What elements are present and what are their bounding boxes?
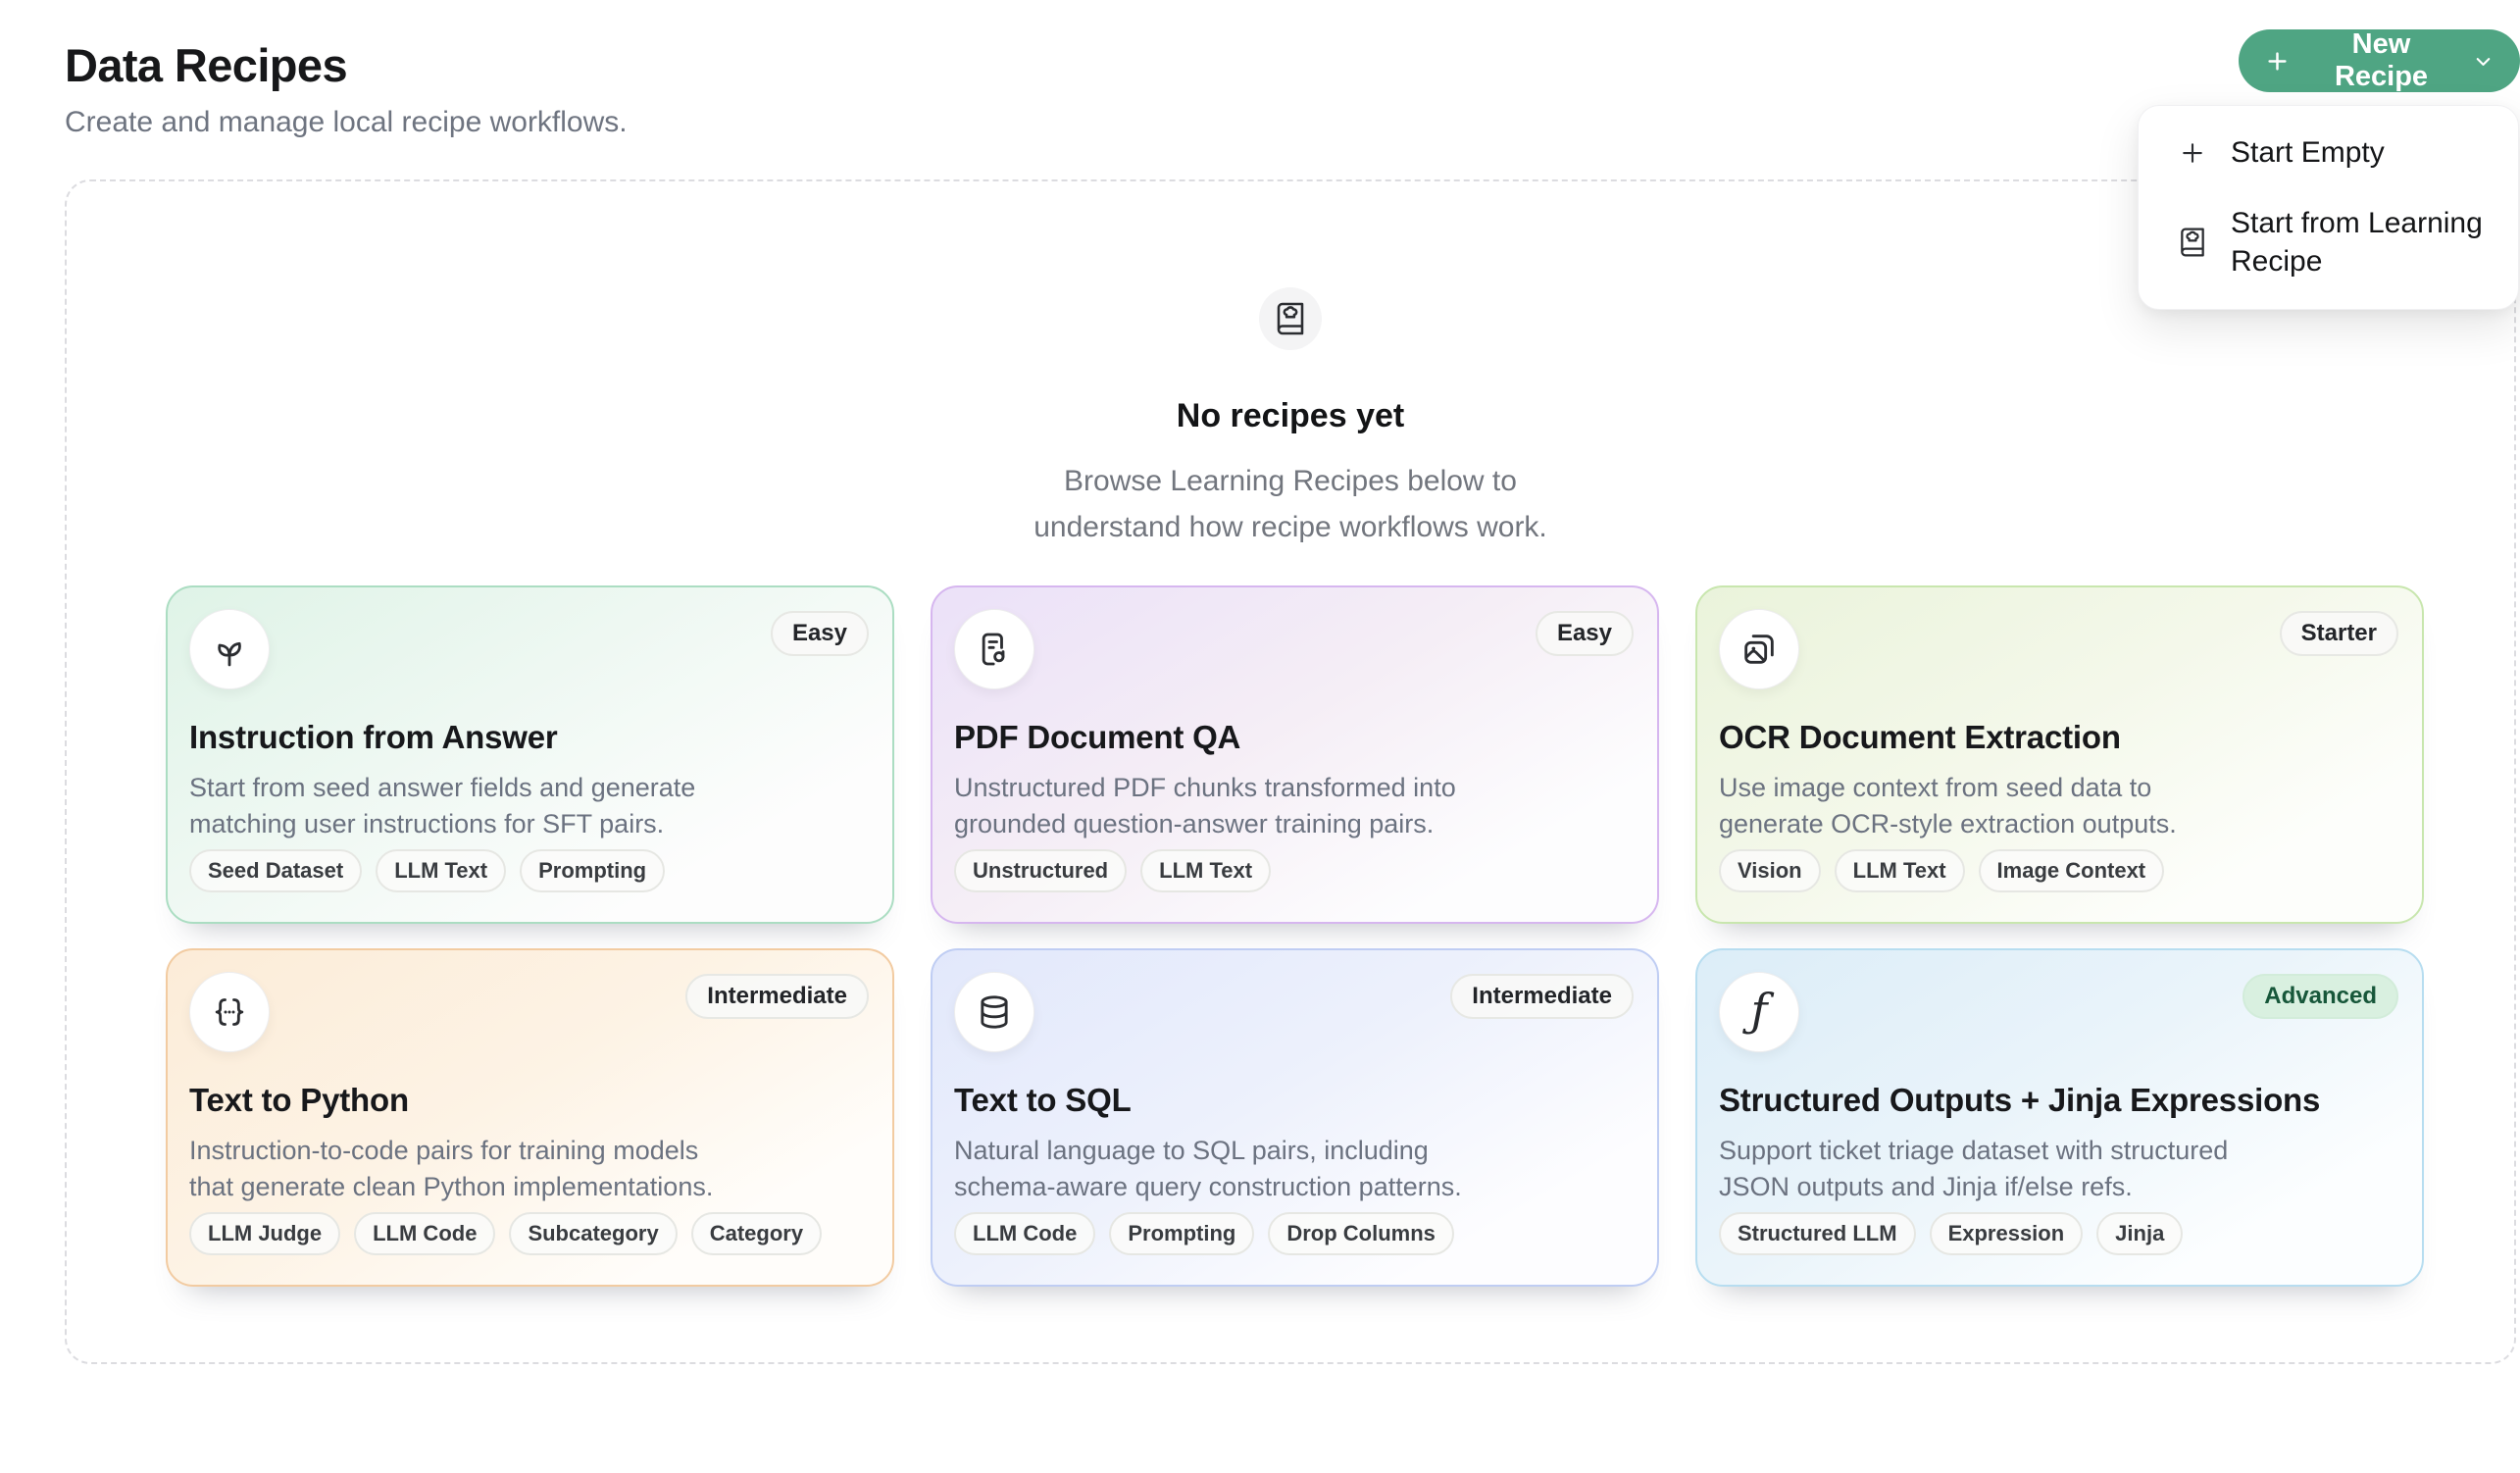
- empty-state-text: Browse Learning Recipes below to underst…: [67, 458, 2514, 550]
- tag: Unstructured: [954, 849, 1127, 892]
- difficulty-badge: Easy: [1536, 611, 1634, 656]
- file-attachment-icon: [954, 609, 1034, 689]
- recipe-card-ocr-document-extraction[interactable]: Starter OCR Document Extraction Use imag…: [1695, 585, 2424, 924]
- menu-item-start-empty[interactable]: Start Empty: [2139, 118, 2518, 188]
- empty-state-title: No recipes yet: [67, 397, 2514, 435]
- recipe-card-text-to-python[interactable]: Intermediate Text to Python Instruction-…: [166, 948, 894, 1287]
- difficulty-badge: Starter: [2280, 611, 2398, 656]
- difficulty-badge: Intermediate: [685, 974, 869, 1019]
- recipe-card-pdf-document-qa[interactable]: Easy PDF Document QA Unstructured PDF ch…: [931, 585, 1659, 924]
- plus-icon: [2264, 48, 2291, 75]
- recipe-card-structured-outputs-jinja[interactable]: ƒ Advanced Structured Outputs + Jinja Ex…: [1695, 948, 2424, 1287]
- tag: LLM Code: [354, 1212, 495, 1255]
- empty-state-line: understand how recipe workflows work.: [67, 504, 2514, 550]
- tag: Drop Columns: [1268, 1212, 1454, 1255]
- tag: Image Context: [1979, 849, 2165, 892]
- new-recipe-menu: Start Empty Start from Learning Recipe: [2138, 105, 2519, 310]
- tag: LLM Judge: [189, 1212, 340, 1255]
- sprout-icon: [189, 609, 270, 689]
- tag: Seed Dataset: [189, 849, 362, 892]
- page-subtitle: Create and manage local recipe workflows…: [65, 106, 628, 139]
- menu-item-label: Start Empty: [2231, 133, 2385, 173]
- chevron-down-icon: [2472, 50, 2495, 73]
- recipe-book-icon: [1259, 287, 1322, 350]
- learning-recipes-grid: Easy Instruction from Answer Start from …: [166, 585, 2424, 1287]
- tag: Jinja: [2096, 1212, 2183, 1255]
- new-recipe-button[interactable]: New Recipe: [2239, 29, 2520, 92]
- recipe-card-title: PDF Document QA: [954, 719, 1634, 756]
- tag: LLM Text: [1835, 849, 1965, 892]
- difficulty-badge: Advanced: [2243, 974, 2398, 1019]
- tag: Prompting: [520, 849, 665, 892]
- recipes-empty-board: No recipes yet Browse Learning Recipes b…: [65, 179, 2516, 1364]
- recipe-card-title: Text to SQL: [954, 1082, 1634, 1119]
- recipe-card-description: Use image context from seed data to gene…: [1719, 770, 2398, 842]
- recipe-card-title: Text to Python: [189, 1082, 869, 1119]
- tag: LLM Code: [954, 1212, 1095, 1255]
- tag: Subcategory: [509, 1212, 677, 1255]
- tag: Vision: [1719, 849, 1821, 892]
- recipe-card-text-to-sql[interactable]: Intermediate Text to SQL Natural languag…: [931, 948, 1659, 1287]
- difficulty-badge: Easy: [771, 611, 869, 656]
- recipe-card-title: Structured Outputs + Jinja Expressions: [1719, 1082, 2398, 1119]
- recipe-book-icon: [2176, 227, 2209, 258]
- difficulty-badge: Intermediate: [1450, 974, 1634, 1019]
- function-icon: ƒ: [1719, 972, 1799, 1052]
- tag: LLM Text: [376, 849, 506, 892]
- empty-state-line: Browse Learning Recipes below to: [67, 458, 2514, 504]
- menu-item-start-from-learning-recipe[interactable]: Start from Learning Recipe: [2139, 188, 2518, 297]
- recipe-card-title: Instruction from Answer: [189, 719, 869, 756]
- database-icon: [954, 972, 1034, 1052]
- recipe-card-instruction-from-answer[interactable]: Easy Instruction from Answer Start from …: [166, 585, 894, 924]
- tag: Structured LLM: [1719, 1212, 1916, 1255]
- page-title: Data Recipes: [65, 38, 347, 92]
- code-braces-icon: [189, 972, 270, 1052]
- tag: Prompting: [1109, 1212, 1254, 1255]
- tag-list: Structured LLM Expression Jinja: [1719, 1212, 2183, 1255]
- plus-icon: [2176, 138, 2209, 168]
- images-icon: [1719, 609, 1799, 689]
- tag-list: LLM Judge LLM Code Subcategory Category: [189, 1212, 822, 1255]
- recipe-card-description: Natural language to SQL pairs, including…: [954, 1133, 1634, 1205]
- tag: Expression: [1930, 1212, 2084, 1255]
- recipe-card-description: Unstructured PDF chunks transformed into…: [954, 770, 1634, 842]
- tag-list: Seed Dataset LLM Text Prompting: [189, 849, 665, 892]
- recipe-card-description: Start from seed answer fields and genera…: [189, 770, 869, 842]
- recipe-card-description: Support ticket triage dataset with struc…: [1719, 1133, 2398, 1205]
- tag-list: LLM Code Prompting Drop Columns: [954, 1212, 1454, 1255]
- recipe-card-title: OCR Document Extraction: [1719, 719, 2398, 756]
- tag: Category: [691, 1212, 822, 1255]
- new-recipe-button-label: New Recipe: [2303, 28, 2459, 93]
- tag-list: Unstructured LLM Text: [954, 849, 1271, 892]
- tag: LLM Text: [1140, 849, 1271, 892]
- tag-list: Vision LLM Text Image Context: [1719, 849, 2164, 892]
- data-recipes-page: Data Recipes Create and manage local rec…: [0, 0, 2520, 1473]
- recipe-card-description: Instruction-to-code pairs for training m…: [189, 1133, 869, 1205]
- menu-item-label: Start from Learning Recipe: [2231, 204, 2494, 281]
